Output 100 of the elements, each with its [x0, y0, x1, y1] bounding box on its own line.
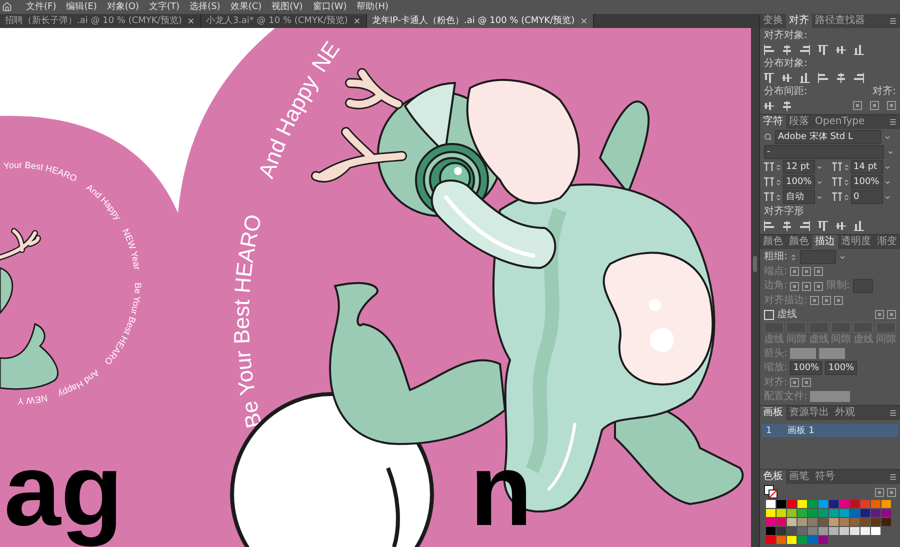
panel-tab[interactable]: 描边: [812, 235, 838, 249]
checkbox[interactable]: [764, 310, 774, 320]
stepper-icon[interactable]: [775, 178, 782, 186]
menu-icon[interactable]: [889, 473, 897, 481]
stepper-icon[interactable]: [842, 164, 850, 170]
stepper-icon[interactable]: [775, 164, 782, 170]
field-label: 缩放:: [764, 362, 788, 374]
align-icon[interactable]: [836, 72, 846, 82]
panel-tab[interactable]: 画板: [760, 406, 786, 420]
scale-field[interactable]: 100%: [790, 361, 822, 375]
panel-tab[interactable]: OpenType: [812, 115, 868, 129]
section-label: 分布间距:: [764, 86, 808, 98]
stepper-icon[interactable]: [790, 254, 798, 260]
panel-tab[interactable]: 对齐: [786, 14, 812, 28]
align-icon[interactable]: [818, 220, 828, 230]
panel-tab[interactable]: 色板: [760, 470, 786, 484]
panel-tab[interactable]: 外观: [832, 406, 858, 420]
artboard-row[interactable]: 1 画板 1: [762, 424, 898, 437]
home-icon[interactable]: [2, 2, 12, 12]
align-icon[interactable]: [800, 72, 810, 82]
align-icon[interactable]: [854, 220, 864, 230]
dropdown-icon[interactable]: [816, 194, 823, 200]
dropdown-icon[interactable]: [816, 164, 823, 170]
menu-icon[interactable]: [889, 118, 897, 126]
align-icon[interactable]: [818, 44, 828, 54]
panel-tab[interactable]: 路径查找器: [812, 14, 868, 28]
font-size-icon: [764, 162, 774, 172]
fill-stroke-icon[interactable]: [764, 485, 778, 499]
close-icon[interactable]: [580, 17, 588, 25]
font-family-field[interactable]: Adobe 宋体 Std L: [775, 130, 881, 144]
menu-item[interactable]: 对象(O): [102, 0, 144, 14]
menu-item[interactable]: 文字(T): [145, 0, 184, 14]
checkbox-label: 虚线: [777, 308, 797, 320]
align-icon[interactable]: [836, 220, 846, 230]
dropdown-icon[interactable]: [839, 254, 846, 260]
align-icon[interactable]: [836, 44, 846, 54]
scrollbar[interactable]: [751, 28, 759, 547]
scale-field[interactable]: 100%: [825, 361, 858, 375]
panel-tab[interactable]: 资源导出: [786, 406, 832, 420]
panel-tab[interactable]: 颜色: [760, 235, 786, 249]
document-tab[interactable]: 龙年IP-卡通人（粉色）.ai @ 100 % (CMYK/预览): [366, 14, 594, 28]
stepper-icon[interactable]: [842, 178, 850, 186]
dropdown-icon[interactable]: [887, 148, 894, 156]
align-icon[interactable]: [782, 44, 792, 54]
align-icon[interactable]: [764, 72, 774, 82]
panel-tab[interactable]: 透明度: [838, 235, 874, 249]
value-field[interactable]: 100%: [850, 175, 882, 189]
dropdown-icon[interactable]: [884, 134, 891, 140]
panel-tab[interactable]: 符号: [812, 470, 838, 484]
align-icon[interactable]: [782, 72, 792, 82]
dropdown-icon[interactable]: [884, 164, 890, 170]
menu-icon[interactable]: [889, 409, 897, 417]
scrollbar-thumb[interactable]: [753, 256, 757, 272]
align-icon[interactable]: [764, 44, 774, 54]
value-field[interactable]: 14 pt: [850, 160, 882, 174]
panel-tab[interactable]: 段落: [786, 115, 812, 129]
panel-tab[interactable]: 渐变: [874, 235, 900, 249]
menu-item[interactable]: 窗口(W): [308, 0, 351, 14]
menu-item[interactable]: 视图(V): [268, 0, 307, 14]
panel-tab[interactable]: 变换: [760, 14, 786, 28]
title-text: ag: [4, 433, 124, 547]
align-icon[interactable]: [782, 100, 792, 110]
swatch-grid-drawing[interactable]: [766, 500, 892, 545]
value-field[interactable]: 100%: [783, 175, 815, 189]
dropdown-icon[interactable]: [884, 194, 890, 200]
dropdown-icon[interactable]: [884, 178, 890, 186]
menu-item[interactable]: 编辑(E): [62, 0, 101, 14]
align-icon[interactable]: [818, 72, 828, 82]
close-icon[interactable]: [352, 17, 361, 25]
close-icon[interactable]: [186, 17, 195, 25]
field-label: 边角:: [764, 280, 788, 292]
menu-item[interactable]: 效果(C): [226, 0, 266, 14]
panel-tab[interactable]: 画笔: [786, 470, 812, 484]
font-style-field[interactable]: -: [764, 145, 884, 159]
value-field[interactable]: 12 pt: [783, 160, 815, 174]
menu-item[interactable]: 选择(S): [186, 0, 224, 14]
align-icon[interactable]: [800, 220, 810, 230]
field-label: 对齐描边:: [764, 294, 808, 306]
align-icon[interactable]: [800, 44, 810, 54]
dropdown-icon[interactable]: [816, 178, 823, 186]
stepper-icon[interactable]: [842, 194, 850, 200]
panel-tab[interactable]: 颜色: [786, 235, 812, 249]
section-label: 分布对象:: [764, 58, 808, 70]
menu-icon[interactable]: [889, 17, 897, 25]
align-icon[interactable]: [764, 100, 774, 110]
stroke-weight-field[interactable]: [800, 250, 836, 264]
panel-tab[interactable]: 字符: [760, 115, 786, 129]
align-icon[interactable]: [764, 220, 774, 230]
search-icon[interactable]: [764, 133, 772, 141]
align-icon[interactable]: [854, 72, 864, 82]
section-label: 对齐字形: [764, 206, 804, 218]
value-field[interactable]: 0: [850, 190, 882, 204]
align-icon[interactable]: [782, 220, 792, 230]
menu-item[interactable]: 帮助(H): [352, 0, 393, 14]
stepper-icon[interactable]: [775, 194, 782, 200]
field-label: 粗细:: [764, 251, 788, 263]
menu-item[interactable]: 文件(F): [22, 0, 60, 14]
align-icon[interactable]: [854, 44, 864, 54]
limit-field[interactable]: [852, 279, 873, 293]
value-field[interactable]: 自动: [783, 190, 815, 204]
